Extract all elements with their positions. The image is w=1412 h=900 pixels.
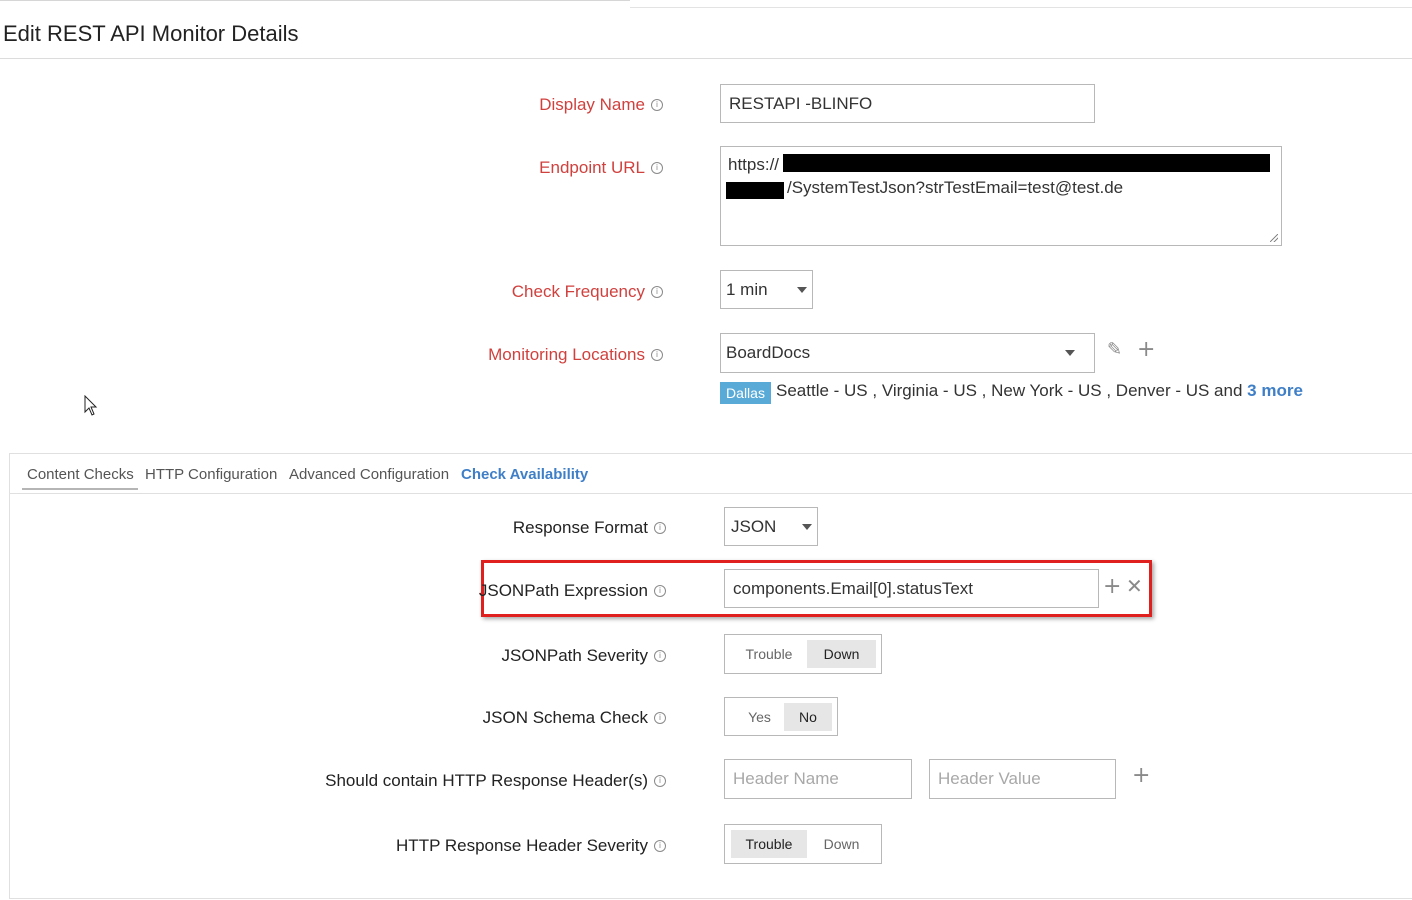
display-name-label: Display Name i [539,95,663,115]
endpoint-url-label: Endpoint URL i [539,158,663,178]
jsonpath-expression-input[interactable]: components.Email[0].statusText [724,569,1099,608]
response-headers-label: Should contain HTTP Response Header(s) i [325,771,666,791]
display-name-input[interactable]: RESTAPI -BLINFO [720,84,1095,123]
settings-panel [9,453,1412,899]
other-locations-text: Seattle - US , Virginia - US , New York … [776,381,1303,400]
redacted-block [783,154,1270,172]
title-divider [0,58,1412,59]
info-icon: i [651,285,663,298]
info-icon: i [654,584,666,597]
schema-no-option[interactable]: No [784,703,832,731]
pencil-icon[interactable]: ✎ [1107,339,1122,360]
response-format-select[interactable]: JSON [724,507,818,546]
severity-down-option[interactable]: Down [807,830,876,858]
info-icon: i [654,711,666,724]
check-frequency-value: 1 min [726,280,768,299]
close-icon[interactable]: ✕ [1126,574,1143,598]
json-schema-check-label: JSON Schema Check i [483,708,666,728]
chevron-down-icon [1065,350,1075,356]
info-icon: i [654,839,666,852]
monitoring-locations-value: BoardDocs [726,343,811,362]
tab-check-availability[interactable]: Check Availability [461,466,588,483]
jsonpath-severity-label: JSONPath Severity i [502,646,666,666]
endpoint-url-scheme: https:// [728,155,780,174]
tab-http-configuration[interactable]: HTTP Configuration [145,466,277,483]
info-icon: i [654,521,666,534]
schema-yes-option[interactable]: Yes [731,703,788,731]
severity-trouble-option[interactable]: Trouble [731,830,807,858]
jsonpath-expression-label: JSONPath Expression i [479,581,666,601]
info-icon: i [651,98,663,111]
severity-down-option[interactable]: Down [807,640,876,668]
response-format-value: JSON [731,517,777,536]
tab-content-checks[interactable]: Content Checks [22,466,138,490]
response-format-label: Response Format i [513,518,666,538]
plus-icon[interactable]: + [1132,763,1150,788]
info-icon: i [654,649,666,662]
redacted-block [726,182,784,199]
top-divider-right [630,7,1412,8]
plus-icon[interactable]: + [1137,337,1155,362]
header-severity-label: HTTP Response Header Severity i [396,836,666,856]
endpoint-url-path: /SystemTestJson?strTestEmail=test@test.d… [787,178,1124,197]
page-title: Edit REST API Monitor Details [3,21,299,46]
monitoring-locations-select[interactable]: BoardDocs [720,333,1095,373]
tabs-divider [10,493,1412,494]
header-value-input[interactable]: Header Value [929,759,1116,799]
chevron-down-icon [802,524,812,530]
info-icon: i [651,348,663,361]
check-frequency-select[interactable]: 1 min [720,270,813,309]
chevron-down-icon [797,287,807,293]
top-divider [0,0,630,1]
monitoring-locations-label: Monitoring Locations i [488,345,663,365]
severity-trouble-option[interactable]: Trouble [731,640,807,668]
jsonpath-severity-toggle[interactable]: Trouble Down [724,634,882,674]
info-icon: i [651,161,663,174]
more-locations-link[interactable]: 3 more [1247,381,1303,400]
location-tag-dallas: Dallas [720,382,771,404]
info-icon: i [654,774,666,787]
header-name-input[interactable]: Header Name [724,759,912,799]
check-frequency-label: Check Frequency i [512,282,663,302]
plus-icon[interactable]: + [1103,574,1121,599]
tab-advanced-configuration[interactable]: Advanced Configuration [289,466,449,483]
header-severity-toggle[interactable]: Trouble Down [724,824,882,864]
mouse-cursor-icon [84,395,98,416]
resize-handle-icon[interactable] [1270,234,1278,242]
json-schema-check-toggle[interactable]: Yes No [724,697,838,736]
